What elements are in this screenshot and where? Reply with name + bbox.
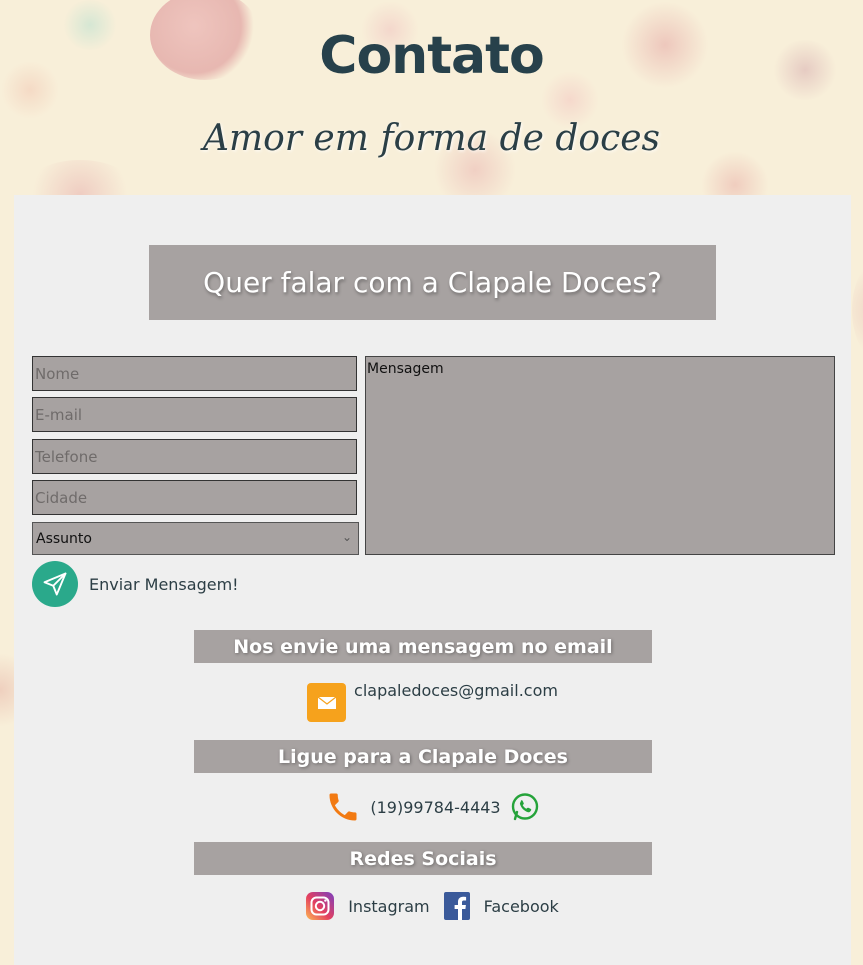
subject-select[interactable]: Assunto ⌄ [32, 522, 359, 555]
send-message-label: Enviar Mensagem! [89, 574, 239, 594]
whatsapp-icon[interactable] [509, 791, 541, 823]
email-section-heading: Nos envie uma mensagem no email [194, 630, 652, 663]
subject-select-value: Assunto [36, 530, 92, 547]
phone-section-heading: Ligue para a Clapale Doces [194, 740, 652, 773]
contact-panel: Quer falar com a Clapale Doces? Assunto … [14, 195, 851, 965]
phone-icon [324, 789, 362, 825]
paper-plane-icon [32, 561, 78, 607]
email-input[interactable] [32, 397, 357, 432]
page-title: Contato [319, 26, 544, 86]
message-textarea[interactable] [365, 356, 835, 555]
facebook-link[interactable]: Facebook [484, 897, 559, 916]
send-message-button[interactable]: Enviar Mensagem! [32, 560, 239, 608]
page-subtitle: Amor em forma de doces [202, 118, 661, 159]
envelope-icon [307, 683, 347, 722]
email-address-link[interactable]: clapaledoces@gmail.com [354, 681, 558, 700]
form-heading: Quer falar com a Clapale Doces? [149, 245, 716, 320]
facebook-icon[interactable] [443, 892, 470, 920]
phone-number-link[interactable]: (19)99784-4443 [370, 798, 500, 817]
city-input[interactable] [32, 480, 357, 515]
social-links-line: Instagram Facebook [14, 892, 851, 920]
social-section-heading: Redes Sociais [194, 842, 652, 875]
phone-input[interactable] [32, 439, 357, 474]
email-contact-line: clapaledoces@gmail.com [14, 680, 851, 722]
name-input[interactable] [32, 356, 357, 391]
phone-contact-line: (19)99784-4443 [14, 789, 851, 825]
instagram-link[interactable]: Instagram [348, 897, 429, 916]
instagram-icon[interactable] [306, 892, 335, 920]
chevron-down-icon: ⌄ [341, 530, 352, 544]
